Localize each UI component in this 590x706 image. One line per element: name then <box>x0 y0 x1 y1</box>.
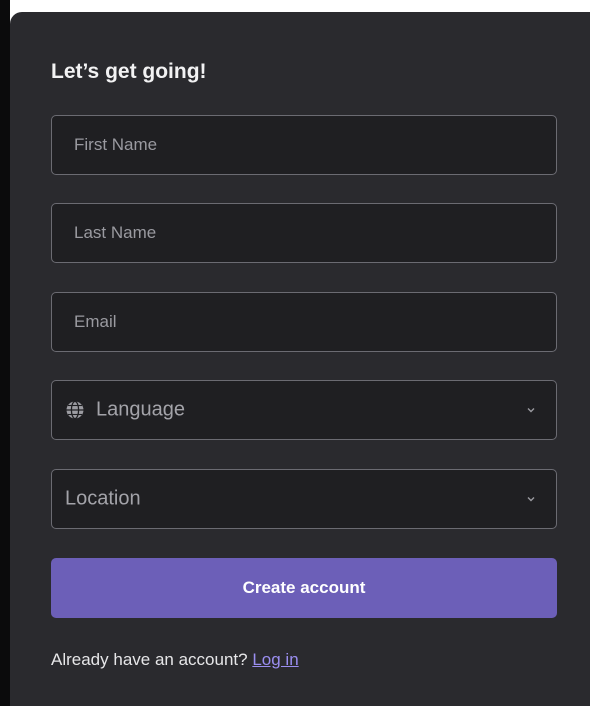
email-input[interactable] <box>52 293 556 351</box>
globe-icon <box>66 400 84 420</box>
chevron-down-icon <box>527 497 535 502</box>
location-select[interactable]: Location <box>51 469 557 529</box>
language-select-label: Language <box>96 398 185 421</box>
login-link[interactable]: Log in <box>252 650 298 669</box>
language-select[interactable]: Language <box>51 380 557 440</box>
create-account-button[interactable]: Create account <box>51 558 557 618</box>
signup-card: Let’s get going! Language Location Creat… <box>10 12 590 706</box>
login-prompt-text: Already have an account? <box>51 650 248 669</box>
last-name-field <box>51 203 557 263</box>
email-field <box>51 292 557 352</box>
window-edge <box>0 0 10 706</box>
form-title: Let’s get going! <box>51 60 207 83</box>
top-margin <box>0 0 590 12</box>
login-prompt-row: Already have an account? Log in <box>51 650 299 670</box>
first-name-input[interactable] <box>52 116 556 174</box>
chevron-down-icon <box>527 408 535 413</box>
location-select-label: Location <box>65 487 141 510</box>
last-name-input[interactable] <box>52 204 556 262</box>
first-name-field <box>51 115 557 175</box>
